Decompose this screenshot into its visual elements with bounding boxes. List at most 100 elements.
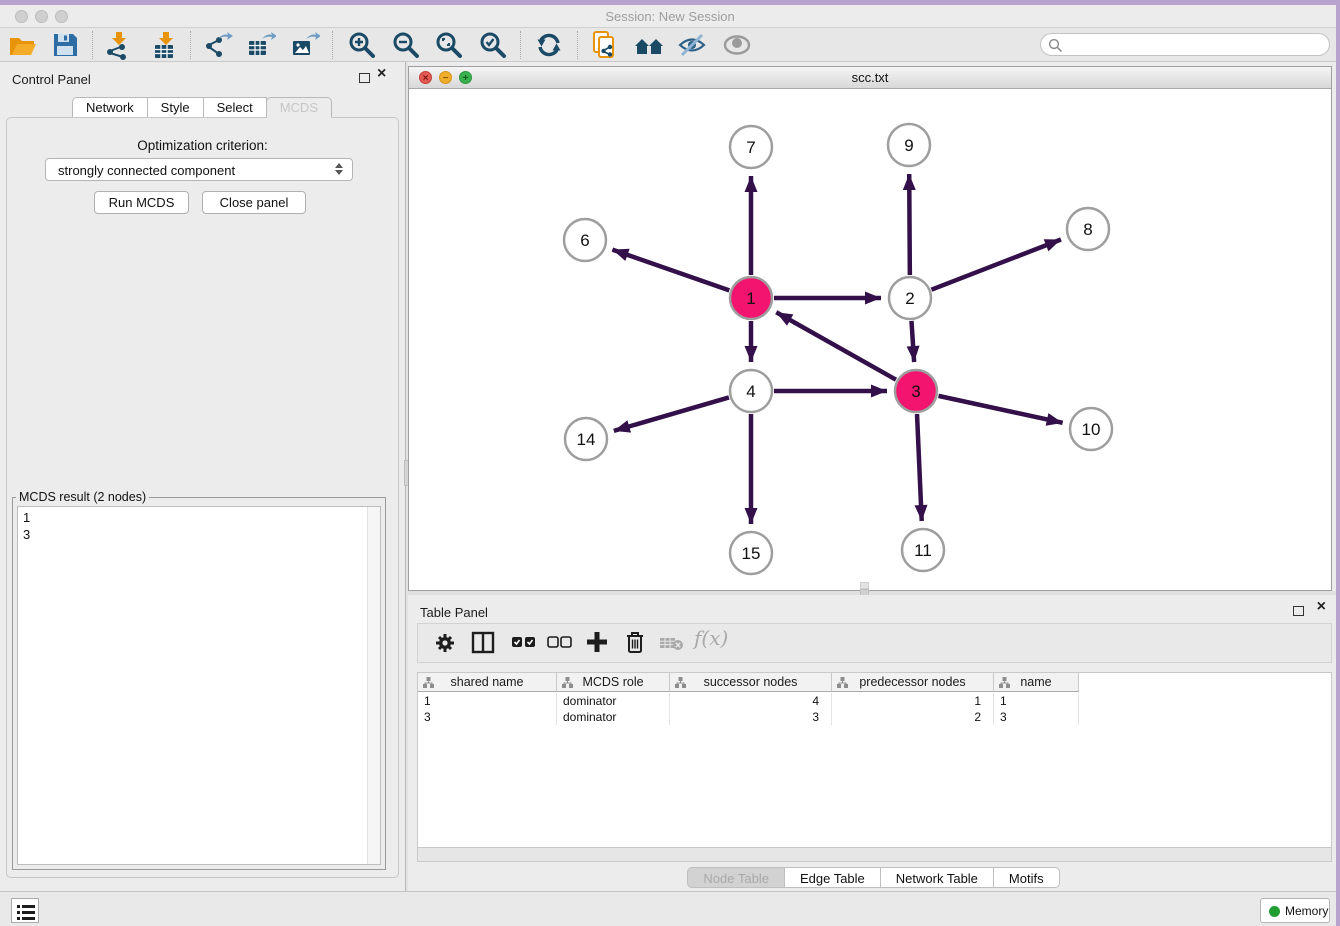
graph-node-6[interactable]: 6 — [564, 219, 606, 261]
show-hidden-button[interactable] — [722, 30, 752, 60]
optimization-criterion-dropdown[interactable]: strongly connected component — [45, 158, 353, 181]
graph-edge-3-1[interactable] — [776, 312, 896, 379]
column-header-MCDS-role[interactable]: MCDS role — [557, 673, 670, 692]
tab-network-table[interactable]: Network Table — [880, 867, 994, 888]
network-canvas[interactable]: 7 9 6 8 1 2 4 3 14 10 15 11 — [409, 89, 1331, 590]
run-mcds-button[interactable]: Run MCDS — [94, 191, 189, 214]
graph-node-label: 9 — [904, 136, 913, 155]
import-table-button[interactable] — [150, 30, 180, 60]
graph-edge-3-11[interactable] — [917, 414, 922, 521]
cell-predecessor-nodes[interactable]: 1 — [832, 693, 994, 709]
panel-menu-button[interactable] — [11, 898, 39, 923]
export-network-icon — [203, 30, 233, 60]
save-session-button[interactable] — [50, 30, 80, 60]
graph-node-11[interactable]: 11 — [902, 529, 944, 571]
graph-node-label: 2 — [905, 289, 914, 308]
graph-edge-2-9[interactable] — [909, 174, 910, 275]
float-panel-icon[interactable] — [359, 73, 370, 83]
graph-node-7[interactable]: 7 — [730, 126, 772, 168]
table-panel: Table Panel × f(x) — [408, 595, 1340, 891]
tab-style[interactable]: Style — [147, 97, 204, 118]
cell-name[interactable]: 3 — [994, 709, 1079, 725]
graph-edge-4-14[interactable] — [614, 397, 729, 430]
cell-shared-name[interactable]: 1 — [418, 693, 557, 709]
graph-edge-3-10[interactable] — [938, 396, 1062, 423]
toggle-column-panel-button[interactable] — [470, 629, 500, 659]
table-settings-button[interactable] — [432, 629, 462, 659]
clone-network-icon — [590, 30, 620, 60]
table-scrollbar[interactable] — [418, 847, 1331, 861]
zoom-selected-button[interactable] — [478, 30, 508, 60]
float-panel-icon[interactable] — [1293, 606, 1304, 616]
application-window: Session: New Session — [0, 0, 1340, 926]
export-table-button[interactable] — [246, 30, 276, 60]
cell-MCDS-role[interactable]: dominator — [557, 709, 670, 725]
column-header-successor-nodes[interactable]: successor nodes — [670, 673, 832, 692]
network-window-titlebar[interactable]: × − + scc.txt — [409, 67, 1331, 89]
zoom-out-button[interactable] — [391, 30, 421, 60]
column-header-label: name — [1020, 675, 1051, 689]
column-header-label: predecessor nodes — [859, 675, 965, 689]
column-header-shared-name[interactable]: shared name — [418, 673, 557, 692]
tab-mcds[interactable]: MCDS — [266, 97, 332, 118]
select-all-button[interactable] — [510, 629, 540, 659]
open-session-button[interactable] — [8, 30, 38, 60]
mcds-result-box[interactable]: 1 3 — [17, 506, 381, 865]
column-header-predecessor-nodes[interactable]: predecessor nodes — [832, 673, 994, 692]
export-network-button[interactable] — [203, 30, 233, 60]
open-folder-icon — [8, 30, 38, 60]
graph-edge-1-6[interactable] — [612, 250, 729, 291]
hide-selected-button[interactable] — [677, 30, 707, 60]
export-image-button[interactable] — [290, 30, 320, 60]
tab-network[interactable]: Network — [72, 97, 148, 118]
toolbar-separator — [332, 31, 333, 59]
delete-button[interactable] — [622, 629, 652, 659]
close-panel-icon[interactable]: × — [377, 66, 386, 82]
zoom-out-icon — [391, 30, 421, 60]
clone-network-button[interactable] — [590, 30, 620, 60]
tab-motifs[interactable]: Motifs — [993, 867, 1060, 888]
graph-node-10[interactable]: 10 — [1070, 408, 1112, 450]
cell-successor-nodes[interactable]: 4 — [670, 693, 832, 709]
cell-MCDS-role[interactable]: dominator — [557, 693, 670, 709]
cell-shared-name[interactable]: 3 — [418, 709, 557, 725]
column-header-name[interactable]: name — [994, 673, 1079, 692]
graph-node-8[interactable]: 8 — [1067, 208, 1109, 250]
zoom-in-button[interactable] — [347, 30, 377, 60]
graph-node-9[interactable]: 9 — [888, 124, 930, 166]
graph-node-2[interactable]: 2 — [889, 277, 931, 319]
import-network-button[interactable] — [103, 30, 133, 60]
graph-node-3[interactable]: 3 — [895, 370, 937, 412]
table-row[interactable]: 1dominator411 — [418, 693, 1079, 709]
zoom-selected-icon — [478, 30, 508, 60]
memory-label: Memory — [1285, 904, 1328, 918]
network-view-window: × − + scc.txt 7 9 6 8 1 2 4 3 14 10 15 11 — [408, 66, 1332, 591]
close-panel-button[interactable]: Close panel — [202, 191, 306, 214]
zoom-fit-button[interactable] — [434, 30, 464, 60]
graph-edge-2-8[interactable] — [931, 239, 1061, 289]
close-panel-icon[interactable]: × — [1317, 599, 1326, 615]
tab-node-table[interactable]: Node Table — [687, 867, 785, 888]
function-builder-button[interactable]: f(x) — [694, 626, 740, 656]
graph-edge-2-3[interactable] — [911, 321, 914, 362]
graph-node-14[interactable]: 14 — [565, 418, 607, 460]
cell-name[interactable]: 1 — [994, 693, 1079, 709]
graph-node-15[interactable]: 15 — [730, 532, 772, 574]
cell-successor-nodes[interactable]: 3 — [670, 709, 832, 725]
search-input[interactable] — [1067, 36, 1322, 53]
graph-node-label: 7 — [746, 138, 755, 157]
deselect-all-button[interactable] — [546, 629, 576, 659]
tab-select[interactable]: Select — [203, 97, 267, 118]
result-scrollbar[interactable] — [367, 507, 380, 864]
delete-table-button[interactable] — [658, 629, 688, 659]
tab-edge-table[interactable]: Edge Table — [784, 867, 881, 888]
table-row[interactable]: 3dominator323 — [418, 709, 1079, 725]
canvas-scroll-thumb[interactable] — [860, 582, 869, 589]
refresh-button[interactable] — [534, 30, 564, 60]
show-all-networks-button[interactable] — [634, 30, 664, 60]
graph-node-4[interactable]: 4 — [730, 370, 772, 412]
add-button[interactable] — [584, 629, 614, 659]
graph-node-1[interactable]: 1 — [730, 277, 772, 319]
cell-predecessor-nodes[interactable]: 2 — [832, 709, 994, 725]
memory-button[interactable]: Memory — [1260, 898, 1330, 923]
